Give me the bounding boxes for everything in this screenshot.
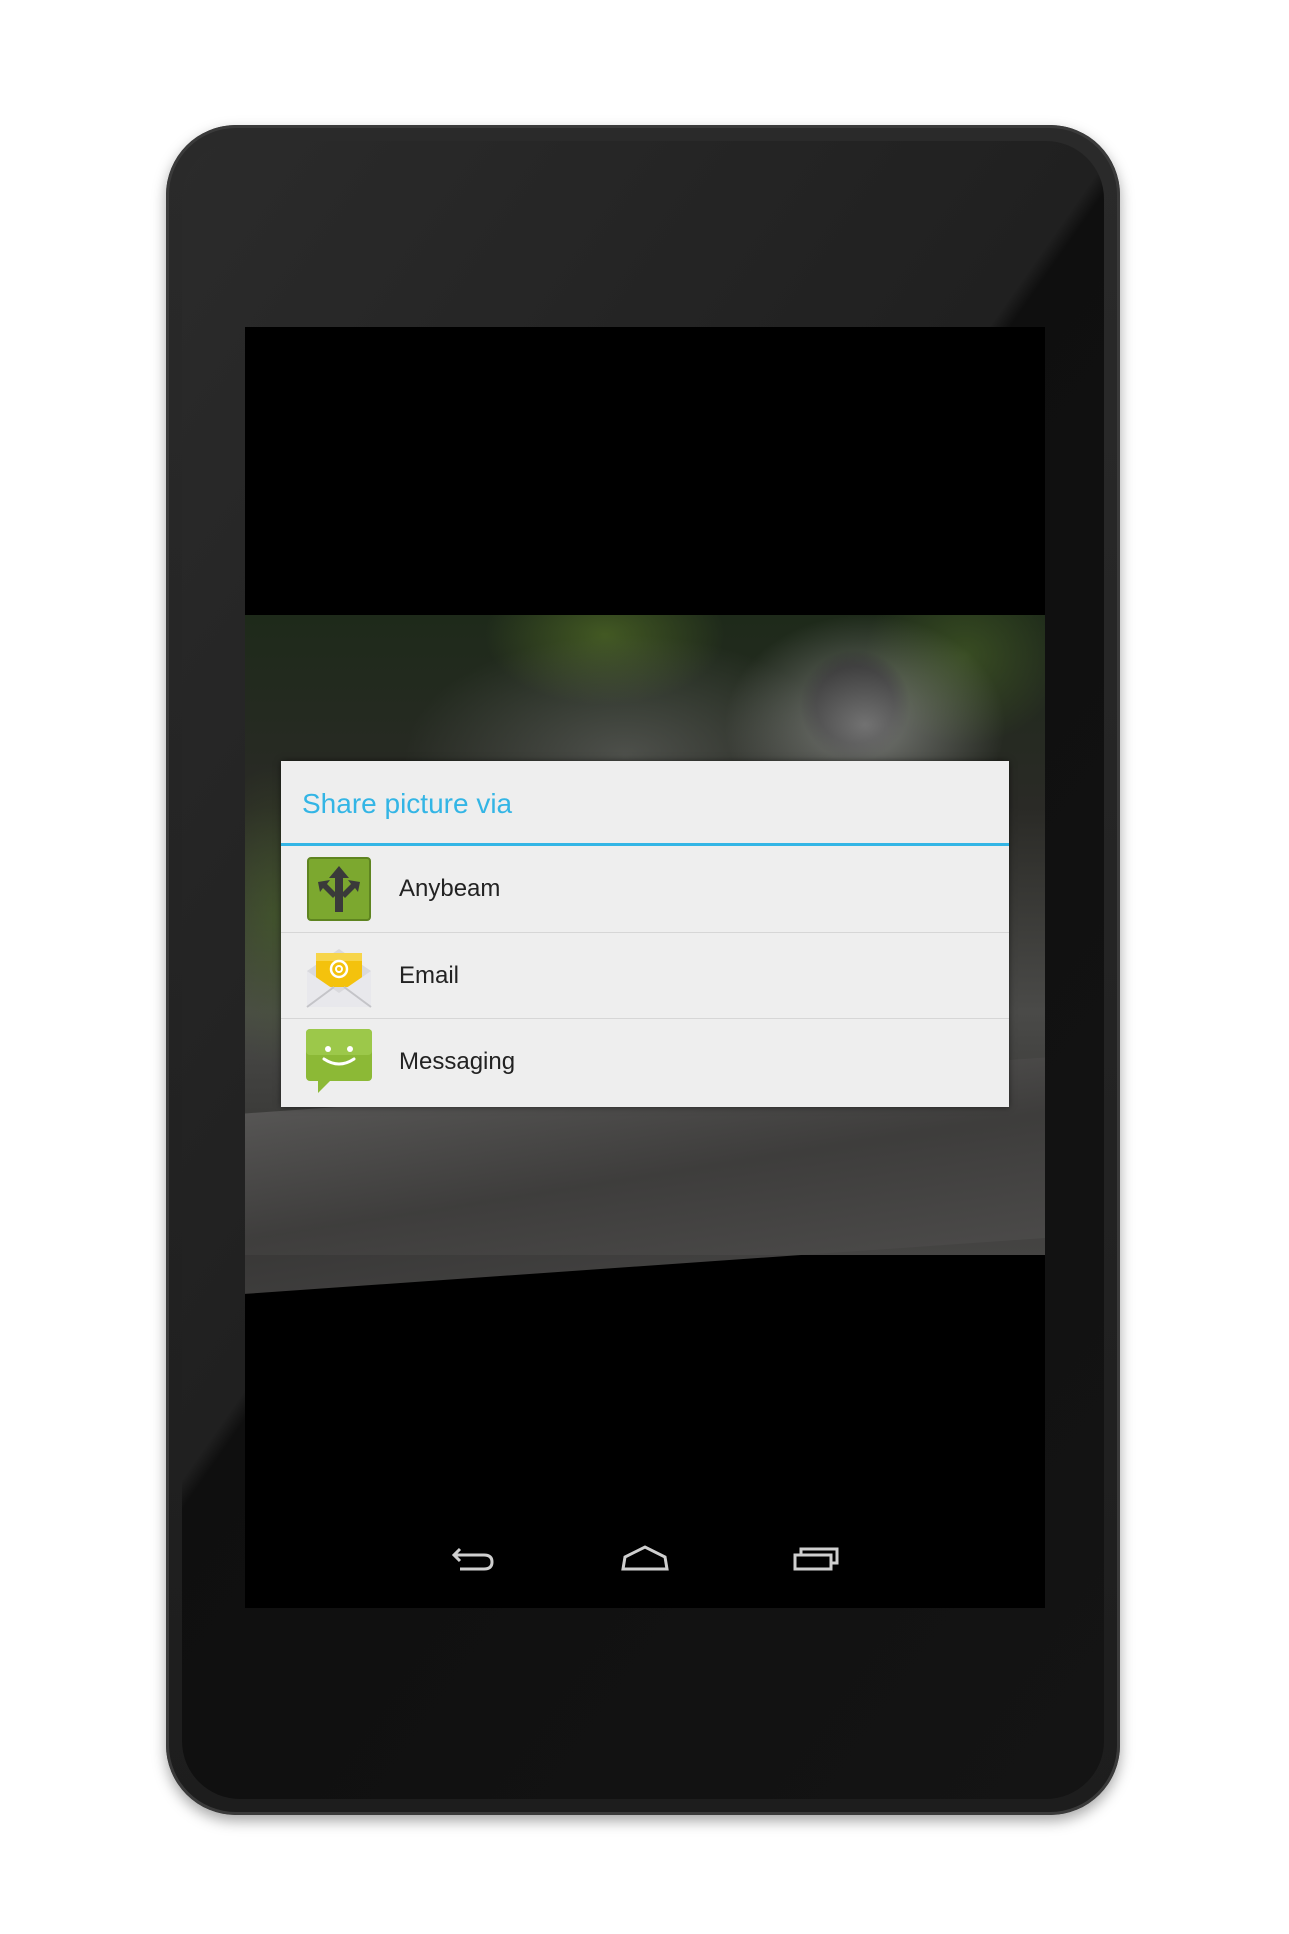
share-option-label: Anybeam [399, 875, 501, 902]
email-icon [303, 940, 375, 1012]
home-button[interactable] [560, 1512, 731, 1608]
share-option-label: Email [399, 961, 460, 989]
recents-icon [791, 1543, 841, 1578]
share-option-label: Messaging [399, 1047, 516, 1075]
home-icon [619, 1543, 671, 1578]
share-option-email[interactable]: Email [281, 932, 1009, 1018]
anybeam-icon [303, 853, 375, 925]
dialog-title: Share picture via [281, 761, 1009, 846]
share-dialog: Share picture via Anybeam Email Messagin… [281, 761, 1009, 1107]
share-option-messaging[interactable]: Messaging [281, 1018, 1009, 1104]
recents-button[interactable] [731, 1512, 902, 1608]
device-screen: Share picture via Anybeam Email Messagin… [245, 327, 1045, 1608]
messaging-icon [303, 1026, 375, 1098]
share-option-anybeam[interactable]: Anybeam [281, 846, 1009, 932]
navigation-bar [245, 1512, 1045, 1608]
back-icon [450, 1543, 498, 1578]
back-button[interactable] [389, 1512, 560, 1608]
